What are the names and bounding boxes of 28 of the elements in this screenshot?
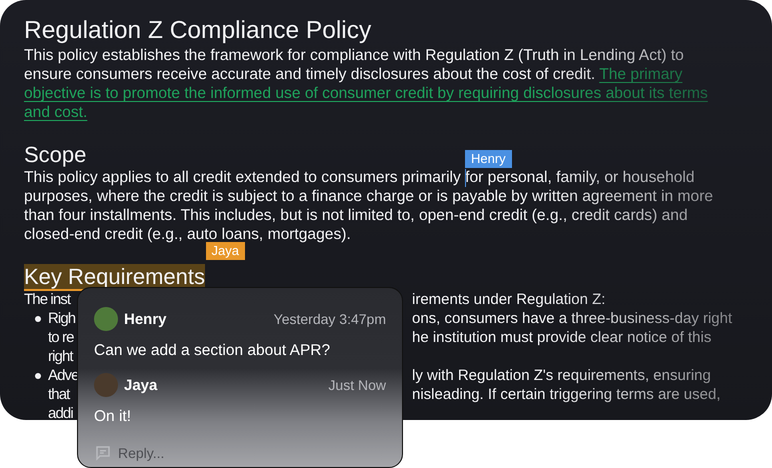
bullet-icon	[35, 373, 41, 379]
body-text: The inst	[24, 290, 70, 309]
reply-field[interactable]: Reply...	[118, 445, 164, 461]
bullet-icon	[35, 316, 41, 322]
body-text: addi	[48, 404, 73, 420]
body-text: irements under Regulation Z:	[412, 291, 606, 308]
intro-paragraph: This policy establishes the framework for compliance with Regulation Z (Truth in Lending Act) to ensure consumers receive accurate and timely disclosures about the cost of credit. The primary objective is to promote the informed use of consumer credit by requiring disclosures about its terms and cost.	[24, 46, 709, 122]
body-text: ly with Regulation Z's requirements, ensuring	[412, 367, 711, 384]
document-title: Regulation Z Compliance Policy	[24, 16, 372, 46]
scope-paragraph: This policy applies to all credit extended to consumers primarily for personal, family, or household purposes, where the credit is subject to a finance charge or is payable by written agreement in more than four installments. This includes, but is not limited to, open-end credit (e.g., credit cards) and closed-end credit (e.g., auto loans, mortgages).	[24, 168, 714, 244]
comment-time: Yesterday 3:47pm	[274, 311, 386, 327]
user-tag: Jaya	[206, 242, 245, 260]
user-tag: Henry	[465, 150, 512, 168]
body-text: he institution must provide clear notice of this	[412, 329, 712, 346]
comment-author: Jaya	[124, 376, 158, 394]
comment-time: Just Now	[328, 377, 386, 393]
body-text: right	[48, 347, 73, 366]
comment-author: Henry	[124, 310, 167, 328]
body-text: Righ	[48, 309, 76, 328]
highlighted-heading: Key Requirements	[24, 264, 205, 291]
comment-text: Can we add a section about APR?	[94, 342, 332, 360]
body-text: that	[48, 385, 70, 404]
comment-text: On it!	[94, 408, 132, 426]
chat-icon	[94, 444, 112, 462]
body-text: to re	[48, 328, 74, 347]
body-text: nisleading. If certain triggering terms are used,	[412, 386, 720, 403]
body-text: ons, consumers have a three-business-day right	[412, 310, 732, 327]
section-heading: Scope	[24, 142, 86, 168]
